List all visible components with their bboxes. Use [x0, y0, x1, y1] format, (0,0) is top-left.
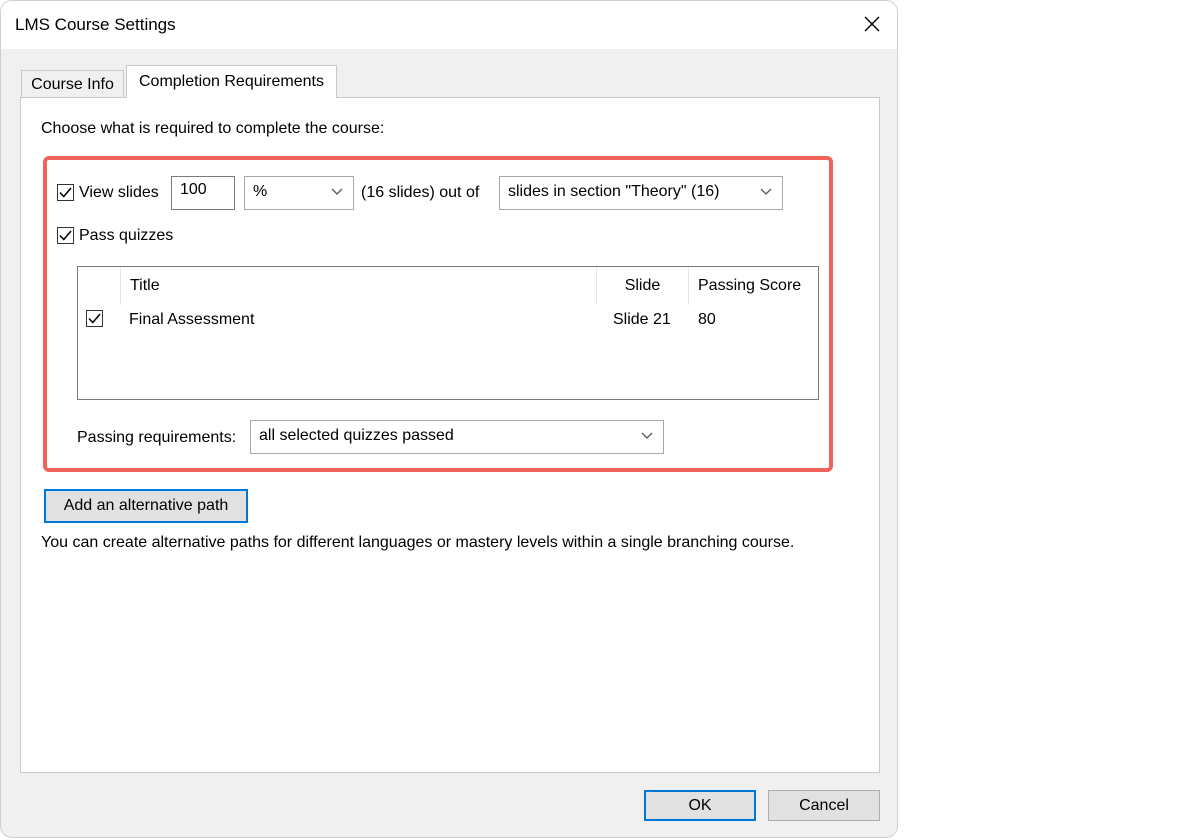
column-header-slide[interactable]: Slide — [596, 267, 688, 305]
column-header-title[interactable]: Title — [120, 267, 596, 305]
chevron-down-icon — [641, 432, 653, 439]
tab-completion-requirements[interactable]: Completion Requirements — [126, 65, 337, 98]
checkmark-icon — [88, 313, 101, 324]
checkmark-icon — [59, 230, 72, 241]
unit-dropdown[interactable]: % — [244, 176, 354, 210]
instruction-text: Choose what is required to complete the … — [41, 120, 385, 137]
tab-course-info[interactable]: Course Info — [21, 70, 124, 98]
window-title: LMS Course Settings — [15, 15, 176, 34]
slides-scope-value: slides in section "Theory" (16) — [508, 183, 720, 200]
title-bar: LMS Course Settings — [1, 1, 897, 49]
cancel-button[interactable]: Cancel — [768, 790, 880, 821]
checkmark-icon — [59, 187, 72, 198]
lms-course-settings-dialog: LMS Course Settings Course Info Completi… — [0, 0, 898, 838]
alternative-path-info-text: You can create alternative paths for dif… — [41, 534, 795, 551]
tab-completion-requirements-label: Completion Requirements — [139, 73, 324, 90]
add-alternative-path-button[interactable]: Add an alternative path — [44, 489, 248, 523]
passing-requirements-dropdown[interactable]: all selected quizzes passed — [250, 420, 664, 454]
quiz-title: Final Assessment — [129, 311, 255, 328]
quiz-passing-score: 80 — [698, 311, 716, 328]
quiz-table: Title Slide Passing Score Final Assessme… — [77, 266, 819, 400]
view-slides-checkbox[interactable] — [57, 184, 74, 201]
unit-value: % — [253, 183, 268, 200]
pass-quizzes-checkbox[interactable] — [57, 227, 74, 244]
slides-scope-dropdown[interactable]: slides in section "Theory" (16) — [499, 176, 783, 210]
passing-requirements-label: Passing requirements: — [77, 429, 237, 446]
completion-requirements-panel: Choose what is required to complete the … — [20, 97, 880, 773]
close-button[interactable] — [855, 7, 889, 41]
column-header-passing-score[interactable]: Passing Score — [688, 267, 818, 305]
slides-amount-input[interactable]: 100 — [171, 176, 235, 210]
ok-button[interactable]: OK — [644, 790, 756, 821]
passing-requirements-value: all selected quizzes passed — [259, 427, 454, 444]
slides-count-text: (16 slides) out of — [361, 184, 480, 201]
quiz-row-checkbox[interactable] — [86, 310, 103, 327]
quiz-slide: Slide 21 — [613, 311, 671, 328]
view-slides-label: View slides — [79, 184, 159, 201]
chevron-down-icon — [760, 188, 772, 195]
pass-quizzes-label: Pass quizzes — [79, 227, 174, 244]
chevron-down-icon — [331, 188, 343, 195]
close-icon — [864, 16, 880, 32]
tab-course-info-label: Course Info — [31, 75, 114, 93]
slides-amount-value: 100 — [180, 181, 207, 198]
